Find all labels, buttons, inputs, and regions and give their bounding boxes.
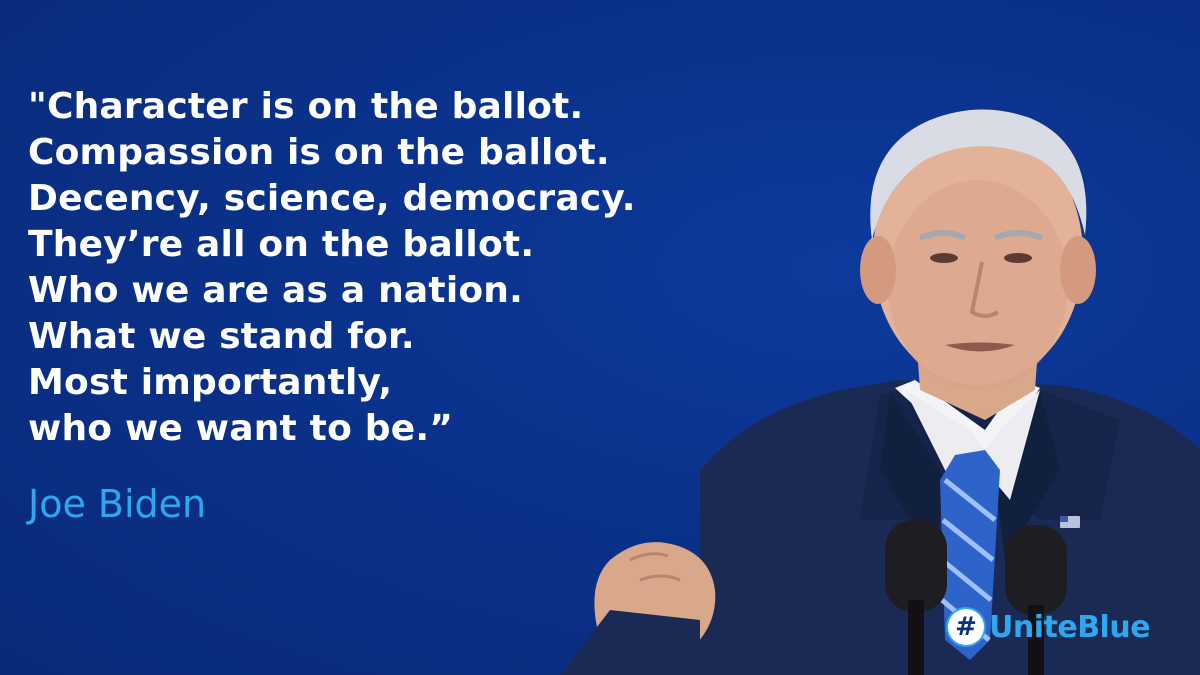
quote-line: They’re all on the ballot. <box>28 224 535 265</box>
quote-text: "Character is on the ballot. Compassion … <box>28 84 636 452</box>
hashtag-badge: # UniteBlue <box>948 604 1151 650</box>
quote-line: Decency, science, democracy. <box>28 178 636 219</box>
hash-icon: # <box>948 609 984 645</box>
quote-card: "Character is on the ballot. Compassion … <box>0 0 1200 675</box>
quote-line: "Character is on the ballot. <box>28 86 584 127</box>
hashtag-text: UniteBlue <box>989 609 1151 645</box>
quote-line: What we stand for. <box>28 316 415 357</box>
quote-line: Most importantly, <box>28 362 393 403</box>
quote-line: Who we are as a nation. <box>28 270 523 311</box>
microphone-right <box>1005 525 1067 615</box>
quote-author: Joe Biden <box>28 482 207 526</box>
microphone-left <box>885 520 947 612</box>
quote-line: Compassion is on the ballot. <box>28 132 610 173</box>
quote-line: who we want to be.” <box>28 408 454 449</box>
